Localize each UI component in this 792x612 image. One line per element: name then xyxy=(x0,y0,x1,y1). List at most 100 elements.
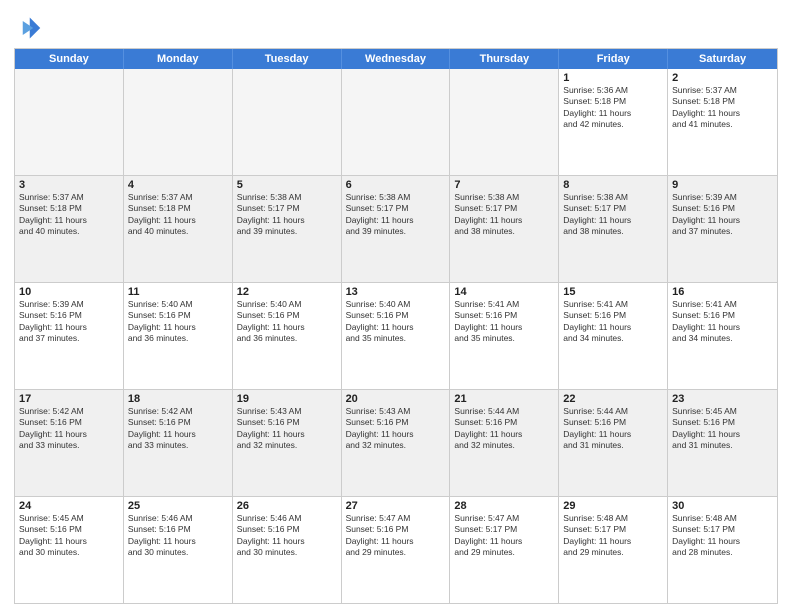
calendar-cell xyxy=(450,69,559,175)
header-day-tuesday: Tuesday xyxy=(233,49,342,69)
logo xyxy=(14,14,46,42)
calendar-cell xyxy=(15,69,124,175)
day-number: 28 xyxy=(454,500,554,512)
day-number: 12 xyxy=(237,286,337,298)
calendar-row-5: 24Sunrise: 5:45 AMSunset: 5:16 PMDayligh… xyxy=(15,496,777,603)
header-day-friday: Friday xyxy=(559,49,668,69)
calendar: SundayMondayTuesdayWednesdayThursdayFrid… xyxy=(14,48,778,604)
calendar-cell: 20Sunrise: 5:43 AMSunset: 5:16 PMDayligh… xyxy=(342,390,451,496)
day-info: Sunrise: 5:44 AMSunset: 5:16 PMDaylight:… xyxy=(454,406,554,452)
day-info: Sunrise: 5:43 AMSunset: 5:16 PMDaylight:… xyxy=(237,406,337,452)
header-day-sunday: Sunday xyxy=(15,49,124,69)
day-number: 4 xyxy=(128,179,228,191)
day-number: 13 xyxy=(346,286,446,298)
calendar-cell: 5Sunrise: 5:38 AMSunset: 5:17 PMDaylight… xyxy=(233,176,342,282)
day-info: Sunrise: 5:48 AMSunset: 5:17 PMDaylight:… xyxy=(563,513,663,559)
calendar-cell: 2Sunrise: 5:37 AMSunset: 5:18 PMDaylight… xyxy=(668,69,777,175)
day-number: 9 xyxy=(672,179,773,191)
day-number: 10 xyxy=(19,286,119,298)
day-number: 25 xyxy=(128,500,228,512)
day-number: 7 xyxy=(454,179,554,191)
calendar-cell: 8Sunrise: 5:38 AMSunset: 5:17 PMDaylight… xyxy=(559,176,668,282)
calendar-cell: 3Sunrise: 5:37 AMSunset: 5:18 PMDaylight… xyxy=(15,176,124,282)
day-info: Sunrise: 5:37 AMSunset: 5:18 PMDaylight:… xyxy=(19,192,119,238)
day-number: 29 xyxy=(563,500,663,512)
calendar-row-4: 17 Sunrise: 5:42 AMSunset: 5:16 PMDayligh… xyxy=(15,389,777,496)
calendar-cell: 18Sunrise: 5:42 AMSunset: 5:16 PMDayligh… xyxy=(124,390,233,496)
calendar-cell: 16Sunrise: 5:41 AMSunset: 5:16 PMDayligh… xyxy=(668,283,777,389)
day-info: Sunrise: 5:40 AMSunset: 5:16 PMDaylight:… xyxy=(346,299,446,345)
calendar-cell: 12Sunrise: 5:40 AMSunset: 5:16 PMDayligh… xyxy=(233,283,342,389)
day-number: 26 xyxy=(237,500,337,512)
calendar-cell: 14Sunrise: 5:41 AMSunset: 5:16 PMDayligh… xyxy=(450,283,559,389)
day-info: Sunrise: 5:41 AMSunset: 5:16 PMDaylight:… xyxy=(454,299,554,345)
header-day-wednesday: Wednesday xyxy=(342,49,451,69)
calendar-cell: 21Sunrise: 5:44 AMSunset: 5:16 PMDayligh… xyxy=(450,390,559,496)
day-info: Sunrise: 5:48 AMSunset: 5:17 PMDaylight:… xyxy=(672,513,773,559)
day-number: 27 xyxy=(346,500,446,512)
calendar-cell: 23Sunrise: 5:45 AMSunset: 5:16 PMDayligh… xyxy=(668,390,777,496)
calendar-cell: 10Sunrise: 5:39 AMSunset: 5:16 PMDayligh… xyxy=(15,283,124,389)
day-info: Sunrise: 5:38 AMSunset: 5:17 PMDaylight:… xyxy=(563,192,663,238)
day-info: Sunrise: 5:42 AMSunset: 5:16 PMDaylight:… xyxy=(128,406,228,452)
calendar-cell: 24Sunrise: 5:45 AMSunset: 5:16 PMDayligh… xyxy=(15,497,124,603)
day-number: 19 xyxy=(237,393,337,405)
calendar-cell: 28Sunrise: 5:47 AMSunset: 5:17 PMDayligh… xyxy=(450,497,559,603)
calendar-body: 1Sunrise: 5:36 AMSunset: 5:18 PMDaylight… xyxy=(15,69,777,603)
calendar-cell: 29Sunrise: 5:48 AMSunset: 5:17 PMDayligh… xyxy=(559,497,668,603)
day-number: 1 xyxy=(563,72,663,84)
day-info: Sunrise: 5:37 AMSunset: 5:18 PMDaylight:… xyxy=(672,85,773,131)
day-info: Sunrise: 5:47 AMSunset: 5:16 PMDaylight:… xyxy=(346,513,446,559)
calendar-cell: 13Sunrise: 5:40 AMSunset: 5:16 PMDayligh… xyxy=(342,283,451,389)
day-info: Sunrise: 5:39 AMSunset: 5:16 PMDaylight:… xyxy=(19,299,119,345)
day-info: Sunrise: 5:41 AMSunset: 5:16 PMDaylight:… xyxy=(563,299,663,345)
calendar-row-1: 1Sunrise: 5:36 AMSunset: 5:18 PMDaylight… xyxy=(15,69,777,175)
day-info: Sunrise: 5:36 AMSunset: 5:18 PMDaylight:… xyxy=(563,85,663,131)
day-number: 3 xyxy=(19,179,119,191)
calendar-cell xyxy=(124,69,233,175)
calendar-cell: 11Sunrise: 5:40 AMSunset: 5:16 PMDayligh… xyxy=(124,283,233,389)
header-day-saturday: Saturday xyxy=(668,49,777,69)
calendar-row-2: 3Sunrise: 5:37 AMSunset: 5:18 PMDaylight… xyxy=(15,175,777,282)
day-number: 17 xyxy=(19,393,119,405)
day-number: 23 xyxy=(672,393,773,405)
calendar-row-3: 10Sunrise: 5:39 AMSunset: 5:16 PMDayligh… xyxy=(15,282,777,389)
day-number: 21 xyxy=(454,393,554,405)
day-number: 16 xyxy=(672,286,773,298)
calendar-cell: 4Sunrise: 5:37 AMSunset: 5:18 PMDaylight… xyxy=(124,176,233,282)
day-number: 22 xyxy=(563,393,663,405)
day-info: Sunrise: 5:38 AMSunset: 5:17 PMDaylight:… xyxy=(237,192,337,238)
day-info: Sunrise: 5:40 AMSunset: 5:16 PMDaylight:… xyxy=(128,299,228,345)
header-day-thursday: Thursday xyxy=(450,49,559,69)
calendar-cell: 15Sunrise: 5:41 AMSunset: 5:16 PMDayligh… xyxy=(559,283,668,389)
day-info: Sunrise: 5:38 AMSunset: 5:17 PMDaylight:… xyxy=(346,192,446,238)
calendar-cell: 17Sunrise: 5:42 AMSunset: 5:16 PMDayligh… xyxy=(15,390,124,496)
day-info: Sunrise: 5:40 AMSunset: 5:16 PMDaylight:… xyxy=(237,299,337,345)
calendar-cell xyxy=(233,69,342,175)
day-info: Sunrise: 5:43 AMSunset: 5:16 PMDaylight:… xyxy=(346,406,446,452)
day-number: 14 xyxy=(454,286,554,298)
logo-icon xyxy=(14,14,42,42)
day-number: 6 xyxy=(346,179,446,191)
day-info: Sunrise: 5:44 AMSunset: 5:16 PMDaylight:… xyxy=(563,406,663,452)
day-info: Sunrise: 5:45 AMSunset: 5:16 PMDaylight:… xyxy=(672,406,773,452)
calendar-header: SundayMondayTuesdayWednesdayThursdayFrid… xyxy=(15,49,777,69)
calendar-cell: 1Sunrise: 5:36 AMSunset: 5:18 PMDaylight… xyxy=(559,69,668,175)
calendar-cell: 19Sunrise: 5:43 AMSunset: 5:16 PMDayligh… xyxy=(233,390,342,496)
day-number: 24 xyxy=(19,500,119,512)
calendar-cell: 7Sunrise: 5:38 AMSunset: 5:17 PMDaylight… xyxy=(450,176,559,282)
day-info: Sunrise: 5:37 AMSunset: 5:18 PMDaylight:… xyxy=(128,192,228,238)
calendar-cell: 26Sunrise: 5:46 AMSunset: 5:16 PMDayligh… xyxy=(233,497,342,603)
calendar-cell xyxy=(342,69,451,175)
calendar-cell: 27Sunrise: 5:47 AMSunset: 5:16 PMDayligh… xyxy=(342,497,451,603)
header-day-monday: Monday xyxy=(124,49,233,69)
day-info: Sunrise: 5:45 AMSunset: 5:16 PMDaylight:… xyxy=(19,513,119,559)
day-number: 8 xyxy=(563,179,663,191)
day-info: Sunrise: 5:46 AMSunset: 5:16 PMDaylight:… xyxy=(128,513,228,559)
day-number: 18 xyxy=(128,393,228,405)
day-info: Sunrise: 5:46 AMSunset: 5:16 PMDaylight:… xyxy=(237,513,337,559)
day-number: 2 xyxy=(672,72,773,84)
page: SundayMondayTuesdayWednesdayThursdayFrid… xyxy=(0,0,792,612)
calendar-cell: 6Sunrise: 5:38 AMSunset: 5:17 PMDaylight… xyxy=(342,176,451,282)
day-info: Sunrise: 5:39 AMSunset: 5:16 PMDaylight:… xyxy=(672,192,773,238)
